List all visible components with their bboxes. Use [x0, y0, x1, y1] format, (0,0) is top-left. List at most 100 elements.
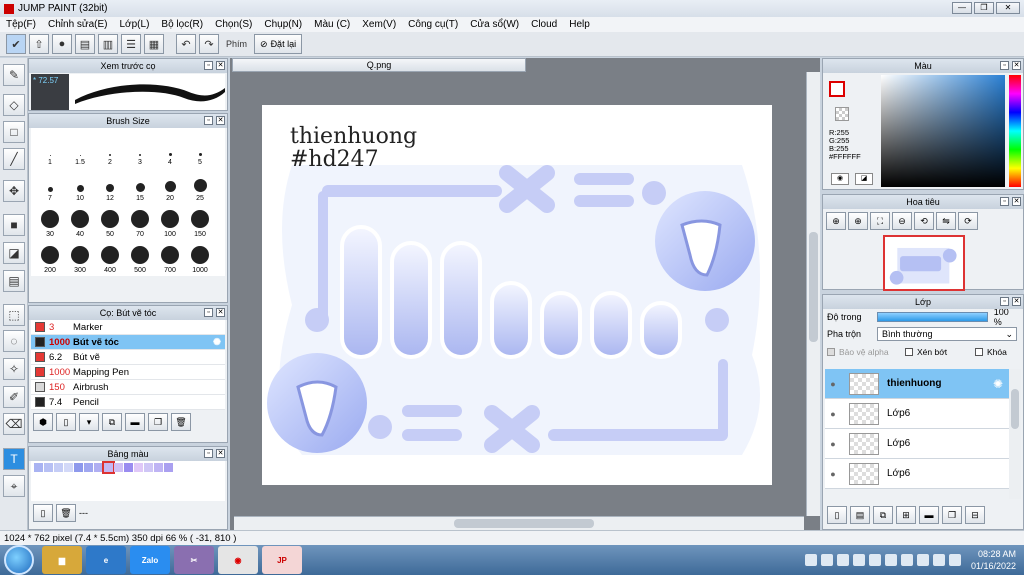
panel-close-icon[interactable]: ✕: [216, 449, 225, 458]
flip-icon[interactable]: ⇋: [936, 212, 956, 230]
zoom-plus-icon[interactable]: ⊕: [848, 212, 868, 230]
brush-item[interactable]: 7.4 Pencil: [31, 395, 225, 410]
palette-swatch[interactable]: [134, 463, 143, 472]
file-explorer-icon[interactable]: ▆: [42, 546, 82, 574]
brush-size-option[interactable]: 25: [185, 166, 215, 202]
eraser-tool-icon[interactable]: ◇: [3, 94, 25, 116]
settings-gear-icon[interactable]: ✺: [213, 337, 221, 348]
brush-size-option[interactable]: 30: [35, 202, 65, 238]
menu-tools[interactable]: Công cụ(T): [402, 19, 464, 30]
float-icon[interactable]: ▫: [204, 61, 213, 70]
tray-icon[interactable]: [804, 554, 817, 566]
eye-icon[interactable]: ●: [825, 409, 841, 419]
snipping-tool-icon[interactable]: ✂: [174, 546, 214, 574]
tray-icon[interactable]: [852, 554, 865, 566]
opacity-slider[interactable]: [876, 312, 988, 322]
dropper-tool-icon[interactable]: ⌖: [3, 475, 25, 497]
fill-rect-tool-icon[interactable]: ■: [3, 214, 25, 236]
text-tool-icon[interactable]: T: [3, 448, 25, 470]
menu-capture[interactable]: Chụp(N): [258, 19, 308, 30]
zalo-icon[interactable]: Zalo: [130, 546, 170, 574]
palette-swatch[interactable]: [84, 463, 93, 472]
palette-swatch[interactable]: [74, 463, 83, 472]
tray-icon[interactable]: [932, 554, 945, 566]
menu-filter[interactable]: Bộ lọc(R): [155, 19, 209, 30]
trash-icon[interactable]: 🗑: [56, 504, 76, 522]
palette-swatch[interactable]: [44, 463, 53, 472]
jump-paint-icon[interactable]: JP: [262, 546, 302, 574]
eye-icon[interactable]: ●: [825, 439, 841, 449]
comment-icon[interactable]: ▤: [75, 34, 95, 54]
panel-close-icon[interactable]: ✕: [216, 116, 225, 125]
duplicate-icon[interactable]: ❐: [942, 506, 962, 524]
zoom-in-icon[interactable]: ⊕: [826, 212, 846, 230]
export-icon[interactable]: ⇧: [29, 34, 49, 54]
brush-size-option[interactable]: 20: [155, 166, 185, 202]
tray-icon[interactable]: [868, 554, 881, 566]
menu-select[interactable]: Chọn(S): [209, 19, 258, 30]
select-eraser-tool-icon[interactable]: ⌫: [3, 413, 25, 435]
copy-layer-icon[interactable]: ⧉: [873, 506, 893, 524]
saturation-value-picker[interactable]: [881, 75, 1005, 187]
maximize-button[interactable]: ❐: [974, 2, 994, 14]
tray-icon[interactable]: [836, 554, 849, 566]
rotate-icon[interactable]: ⟲: [914, 212, 934, 230]
tray-icon[interactable]: [948, 554, 961, 566]
reset-rotate-icon[interactable]: ⟳: [958, 212, 978, 230]
speech-bubble-icon[interactable]: ●: [52, 34, 72, 54]
palette-swatch[interactable]: [154, 463, 163, 472]
brush-size-option[interactable]: 500: [125, 238, 155, 274]
tray-icon[interactable]: [900, 554, 913, 566]
brush-item[interactable]: 1000 Bút vẽ tóc ✺: [31, 335, 225, 350]
check-icon[interactable]: ✔: [6, 34, 26, 54]
layer-list-scrollbar[interactable]: [1009, 369, 1021, 499]
menu-cloud[interactable]: Cloud: [525, 19, 563, 30]
menu-layer[interactable]: Lớp(L): [114, 19, 156, 30]
navigator-thumbnail[interactable]: [883, 235, 965, 291]
float-icon[interactable]: ▫: [204, 449, 213, 458]
internet-explorer-icon[interactable]: e: [86, 546, 126, 574]
protect-alpha-checkbox[interactable]: [827, 348, 835, 356]
foreground-color-swatch[interactable]: [829, 81, 845, 97]
duplicate-icon[interactable]: ❐: [148, 413, 168, 431]
palette-swatch[interactable]: [114, 463, 123, 472]
fit-screen-icon[interactable]: ⛶: [870, 212, 890, 230]
palette-swatch[interactable]: [144, 463, 153, 472]
clock[interactable]: 08:28 AM 01/16/2022: [971, 548, 1016, 572]
palette-swatch[interactable]: [124, 463, 133, 472]
grid-icon[interactable]: ▦: [144, 34, 164, 54]
brush-size-option[interactable]: 700: [155, 238, 185, 274]
brush-item[interactable]: 150 Airbrush: [31, 380, 225, 395]
page-menu-icon[interactable]: ▾: [79, 413, 99, 431]
palette-swatch[interactable]: [102, 461, 115, 474]
menu-window[interactable]: Cửa sổ(W): [464, 19, 525, 30]
tray-icon[interactable]: [916, 554, 929, 566]
brush-size-option[interactable]: 50: [95, 202, 125, 238]
brush-item[interactable]: 1000 Mapping Pen: [31, 365, 225, 380]
layer-row[interactable]: ● thienhuong ✺: [825, 369, 1009, 399]
move-tool-icon[interactable]: ✥: [3, 180, 25, 202]
folder-icon[interactable]: ▬: [919, 506, 939, 524]
brush-size-option[interactable]: 200: [35, 238, 65, 274]
brush-size-option[interactable]: 4: [155, 130, 185, 166]
eyedropper-icon[interactable]: ◉: [831, 173, 849, 185]
rectangle-tool-icon[interactable]: □: [3, 121, 25, 143]
panel-close-icon[interactable]: ✕: [216, 61, 225, 70]
clip-checkbox[interactable]: [905, 348, 913, 356]
layer-row[interactable]: ● Lớp6: [825, 399, 1009, 429]
menu-edit[interactable]: Chỉnh sửa(E): [42, 19, 114, 30]
lasso-tool-icon[interactable]: ◌: [3, 330, 25, 352]
new-layer-type-icon[interactable]: ▤: [850, 506, 870, 524]
folder-icon[interactable]: ▬: [125, 413, 145, 431]
gradient-tool-icon[interactable]: ▤: [3, 270, 25, 292]
start-button[interactable]: [4, 545, 34, 575]
horizontal-scroll-thumb[interactable]: [454, 519, 594, 528]
float-icon[interactable]: ▫: [204, 308, 213, 317]
palette-swatch[interactable]: [164, 463, 173, 472]
palette-swatch[interactable]: [54, 463, 63, 472]
menu-help[interactable]: Help: [563, 19, 596, 30]
redo-icon[interactable]: ↷: [199, 34, 219, 54]
brush-size-option[interactable]: 1: [35, 130, 65, 166]
brush-item[interactable]: 6.2 Bút vẽ: [31, 350, 225, 365]
select-rect-tool-icon[interactable]: ⬚: [3, 304, 25, 326]
